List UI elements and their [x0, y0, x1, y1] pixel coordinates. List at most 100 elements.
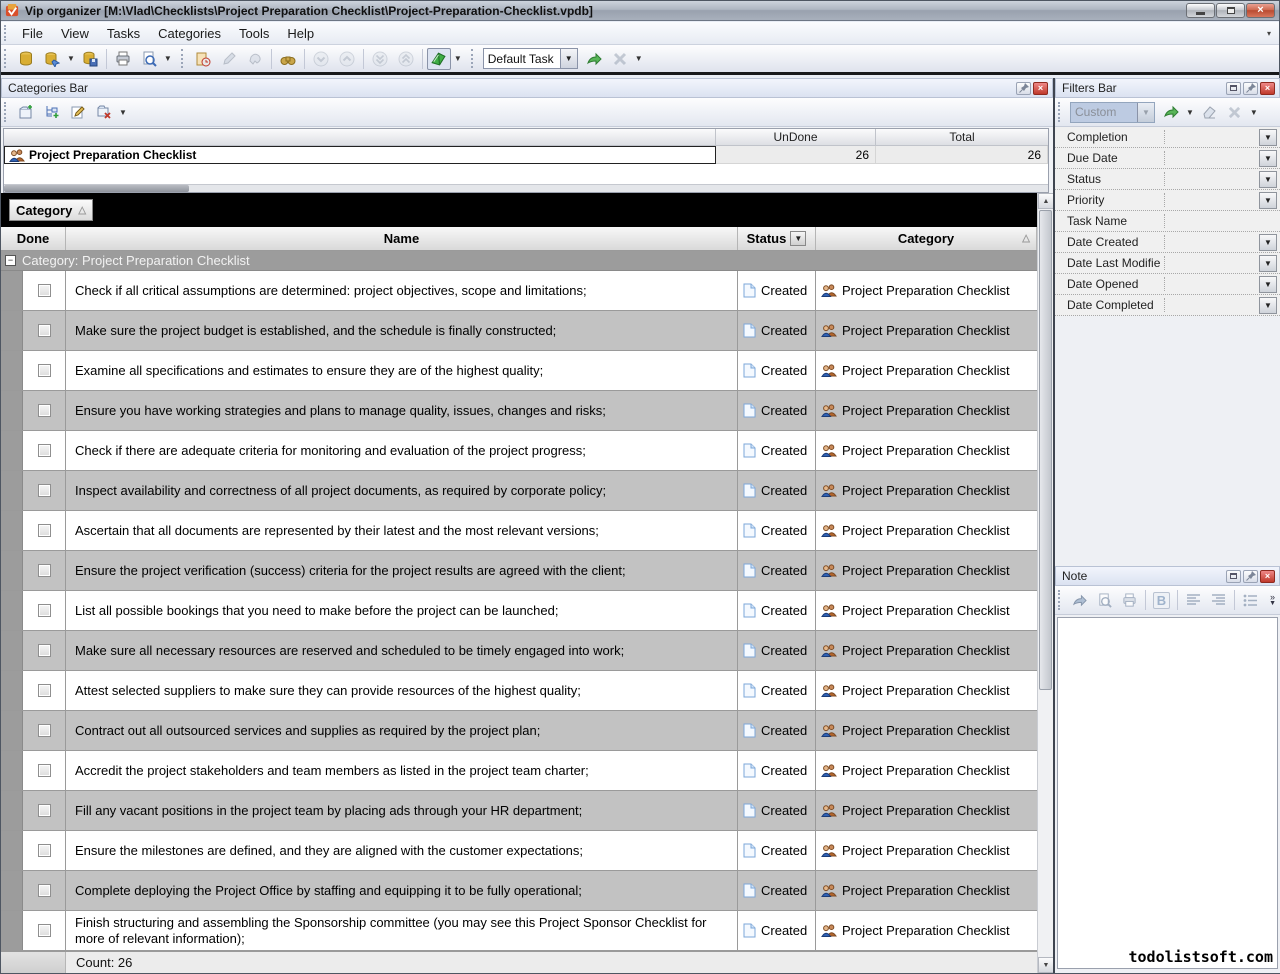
- filter-row[interactable]: Due Date ▼: [1055, 148, 1280, 169]
- note-content-area[interactable]: todolistsoft.com: [1057, 617, 1278, 969]
- apply-task-type-button[interactable]: [582, 48, 606, 70]
- category-cell[interactable]: Project Preparation Checklist: [816, 631, 1037, 670]
- done-checkbox[interactable]: [38, 524, 51, 537]
- filter-dropdown-icon[interactable]: ▼: [1259, 150, 1277, 167]
- done-cell[interactable]: [23, 471, 66, 510]
- name-cell[interactable]: Ensure you have working strategies and p…: [66, 391, 738, 430]
- notes-view-button[interactable]: [427, 48, 451, 70]
- filter-row[interactable]: Priority ▼: [1055, 190, 1280, 211]
- menu-categories[interactable]: Categories: [149, 23, 230, 44]
- filter-row[interactable]: Date Last Modifie ▼: [1055, 253, 1280, 274]
- move-bottom-button[interactable]: [368, 48, 392, 70]
- open-dropdown-icon[interactable]: ▼: [65, 54, 77, 63]
- filter-preset-combo[interactable]: Custom ▼: [1070, 102, 1155, 123]
- done-checkbox[interactable]: [38, 604, 51, 617]
- filter-dropdown-icon[interactable]: ▼: [1259, 255, 1277, 272]
- status-cell[interactable]: Created: [738, 831, 816, 870]
- filter-dropdown-icon[interactable]: ▼: [1259, 297, 1277, 314]
- task-row[interactable]: Contract out all outsourced services and…: [1, 711, 1037, 751]
- toolbar-grip-1[interactable]: [4, 49, 9, 68]
- status-cell[interactable]: Created: [738, 311, 816, 350]
- menu-help[interactable]: Help: [278, 23, 323, 44]
- note-preview-button[interactable]: [1093, 590, 1116, 611]
- col-header-category[interactable]: Category △: [816, 227, 1037, 250]
- name-cell[interactable]: Attest selected suppliers to make sure t…: [66, 671, 738, 710]
- done-cell[interactable]: [23, 351, 66, 390]
- status-cell[interactable]: Created: [738, 511, 816, 550]
- filter-dropdown-icon[interactable]: ▼: [1259, 129, 1277, 146]
- status-cell[interactable]: Created: [738, 431, 816, 470]
- categories-pin-button[interactable]: [1016, 82, 1031, 95]
- filter-row[interactable]: Date Opened ▼: [1055, 274, 1280, 295]
- status-cell[interactable]: Created: [738, 271, 816, 310]
- name-cell[interactable]: Accredit the project stakeholders and te…: [66, 751, 738, 790]
- done-checkbox[interactable]: [38, 364, 51, 377]
- name-cell[interactable]: Complete deploying the Project Office by…: [66, 871, 738, 910]
- done-checkbox[interactable]: [38, 684, 51, 697]
- note-bold-button[interactable]: B: [1150, 590, 1173, 611]
- note-insert-button[interactable]: [1068, 590, 1091, 611]
- status-cell[interactable]: Created: [738, 591, 816, 630]
- done-checkbox[interactable]: [38, 924, 51, 937]
- toolbar-grip-2[interactable]: [181, 49, 186, 68]
- task-row[interactable]: Examine all specifications and estimates…: [1, 351, 1037, 391]
- task-type-combo[interactable]: Default Task ▼: [483, 48, 578, 69]
- note-align-left-button[interactable]: [1182, 590, 1205, 611]
- status-cell[interactable]: Created: [738, 471, 816, 510]
- note-bullet-list-button[interactable]: [1239, 590, 1262, 611]
- done-checkbox[interactable]: [38, 404, 51, 417]
- toolbar-grip-3[interactable]: [471, 49, 476, 68]
- filters-toolbar-overflow-icon[interactable]: ▼: [1248, 108, 1260, 117]
- group-by-band[interactable]: Category △: [1, 193, 1037, 227]
- category-cell[interactable]: Project Preparation Checklist: [816, 791, 1037, 830]
- category-cell[interactable]: Project Preparation Checklist: [816, 431, 1037, 470]
- clear-filter-button[interactable]: [1197, 101, 1221, 123]
- category-cell[interactable]: Project Preparation Checklist: [816, 511, 1037, 550]
- done-checkbox[interactable]: [38, 804, 51, 817]
- new-task-button[interactable]: [191, 48, 215, 70]
- filter-row[interactable]: Status ▼: [1055, 169, 1280, 190]
- done-cell[interactable]: [23, 711, 66, 750]
- toolbar-overflow-icon[interactable]: ▼: [633, 54, 645, 63]
- restore-button[interactable]: [1216, 3, 1245, 18]
- task-row[interactable]: Ensure you have working strategies and p…: [1, 391, 1037, 431]
- category-cell[interactable]: Project Preparation Checklist: [816, 311, 1037, 350]
- category-cell[interactable]: Project Preparation Checklist: [816, 471, 1037, 510]
- done-cell[interactable]: [23, 911, 66, 950]
- new-category-button[interactable]: [14, 101, 38, 123]
- col-header-done[interactable]: Done: [1, 227, 66, 250]
- done-checkbox[interactable]: [38, 644, 51, 657]
- done-checkbox[interactable]: [38, 484, 51, 497]
- name-cell[interactable]: Make sure all necessary resources are re…: [66, 631, 738, 670]
- group-by-category-button[interactable]: Category △: [9, 199, 93, 221]
- category-cell[interactable]: Project Preparation Checklist: [816, 911, 1037, 950]
- grid-group-row[interactable]: − Category: Project Preparation Checklis…: [1, 251, 1037, 271]
- close-button[interactable]: ×: [1246, 3, 1275, 18]
- done-checkbox[interactable]: [38, 444, 51, 457]
- move-up-button[interactable]: [335, 48, 359, 70]
- done-cell[interactable]: [23, 871, 66, 910]
- status-cell[interactable]: Created: [738, 391, 816, 430]
- clear-task-type-button[interactable]: [608, 48, 632, 70]
- menu-grip[interactable]: [4, 25, 9, 40]
- done-checkbox[interactable]: [38, 764, 51, 777]
- done-checkbox[interactable]: [38, 324, 51, 337]
- open-database-button[interactable]: [40, 48, 64, 70]
- done-cell[interactable]: [23, 791, 66, 830]
- edit-category-button[interactable]: [66, 101, 90, 123]
- move-top-button[interactable]: [394, 48, 418, 70]
- task-row[interactable]: Make sure the project budget is establis…: [1, 311, 1037, 351]
- delete-category-button[interactable]: [92, 101, 116, 123]
- task-row[interactable]: List all possible bookings that you need…: [1, 591, 1037, 631]
- category-cell[interactable]: Project Preparation Checklist: [816, 871, 1037, 910]
- status-cell[interactable]: Created: [738, 351, 816, 390]
- print-preview-button[interactable]: [137, 48, 161, 70]
- task-row[interactable]: Ensure the project verification (success…: [1, 551, 1037, 591]
- filter-row[interactable]: Task Name ▼: [1055, 211, 1280, 232]
- done-cell[interactable]: [23, 271, 66, 310]
- name-cell[interactable]: Inspect availability and correctness of …: [66, 471, 738, 510]
- note-print-button[interactable]: [1118, 590, 1141, 611]
- tree-col-total[interactable]: Total: [876, 129, 1048, 145]
- filter-dropdown-icon[interactable]: ▼: [1259, 171, 1277, 188]
- category-cell[interactable]: Project Preparation Checklist: [816, 391, 1037, 430]
